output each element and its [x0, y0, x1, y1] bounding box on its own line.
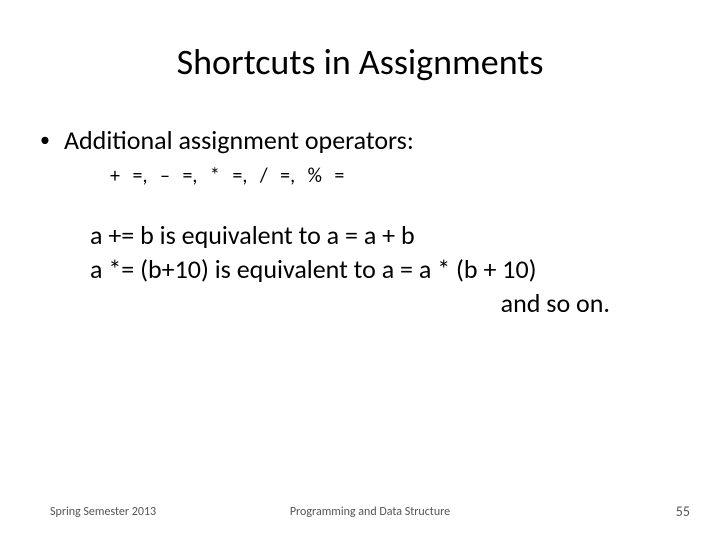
body-block: a += b is equivalent to a = a + b a *= (… [90, 218, 670, 320]
body-line-1: a += b is equivalent to a = a + b [90, 218, 670, 252]
operators-list: + =, – =, * =, / =, % = [110, 164, 670, 188]
slide-title: Shortcuts in Assignments [50, 40, 670, 84]
bullet-text: Additional assignment operators: [64, 124, 414, 156]
footer-left: Spring Semester 2013 [50, 505, 263, 519]
body-line-3: and so on. [90, 286, 670, 320]
footer-right: 55 [477, 503, 690, 520]
bullet-item: • Additional assignment operators: [50, 124, 670, 156]
footer-center: Programming and Data Structure [263, 505, 476, 519]
bullet-marker: • [40, 124, 50, 156]
slide: Shortcuts in Assignments • Additional as… [0, 0, 720, 540]
slide-footer: Spring Semester 2013 Programming and Dat… [0, 503, 720, 520]
body-line-2: a *= (b+10) is equivalent to a = a * (b … [90, 252, 670, 286]
